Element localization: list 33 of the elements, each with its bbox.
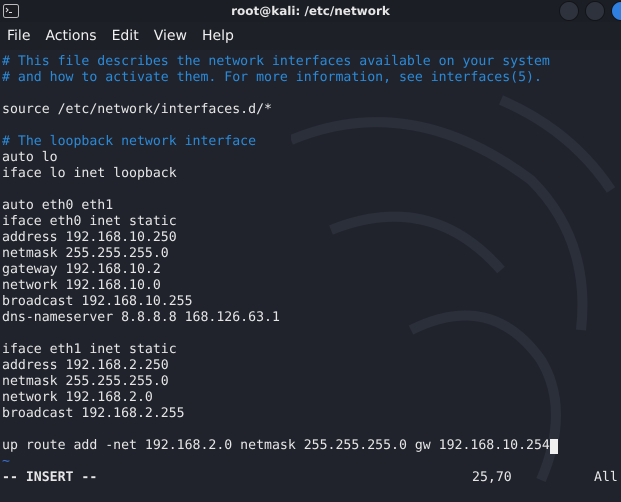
code-line: netmask 255.255.255.0 <box>2 374 169 390</box>
code-line: dns-nameserver 8.8.8.8 168.126.63.1 <box>2 310 280 326</box>
code-line: network 192.168.10.0 <box>2 278 161 294</box>
comment-line: # The loopback network interface <box>2 134 256 150</box>
code-line: network 192.168.2.0 <box>2 390 153 406</box>
code-line: up route add -net 192.168.2.0 netmask 255.255.255.0 gw 192.168.10.254 <box>2 438 550 454</box>
code-line: address 192.168.2.250 <box>2 358 169 374</box>
code-line: broadcast 192.168.10.255 <box>2 294 193 310</box>
minimize-button[interactable] <box>559 1 579 21</box>
menu-item[interactable]: Edit <box>112 28 147 44</box>
window-title: root@kali: /etc/network <box>231 4 390 18</box>
scroll-indicator: All <box>594 470 618 486</box>
menu-item[interactable]: View <box>154 28 195 44</box>
code-line: source /etc/network/interfaces.d/* <box>2 102 272 118</box>
code-line: iface eth1 inet static <box>2 342 177 358</box>
code-line: iface eth0 inet static <box>2 214 177 230</box>
code-line: broadcast 192.168.2.255 <box>2 406 185 422</box>
code-line: auto eth0 eth1 <box>2 198 114 214</box>
mode-indicator: -- INSERT -- <box>2 470 98 486</box>
maximize-button[interactable] <box>585 1 605 21</box>
cursor-position: 25,70 <box>472 470 513 486</box>
terminal-icon <box>3 4 19 18</box>
comment-line: # and how to activate them. For more information, see interfaces(5). <box>2 70 542 86</box>
comment-line: # This file describes the network interfaces available on your system <box>2 54 550 70</box>
empty-line-marker: ~ <box>2 454 10 470</box>
code-line: netmask 255.255.255.0 <box>2 246 169 262</box>
code-line: gateway 192.168.10.2 <box>2 262 161 278</box>
code-line: address 192.168.10.250 <box>2 230 177 246</box>
menu-item[interactable]: Actions <box>45 28 105 44</box>
code-line: auto lo <box>2 150 58 166</box>
code-line: iface lo inet loopback <box>2 166 177 182</box>
menu-item[interactable]: Help <box>202 28 242 44</box>
menu-item[interactable]: File <box>7 28 38 44</box>
